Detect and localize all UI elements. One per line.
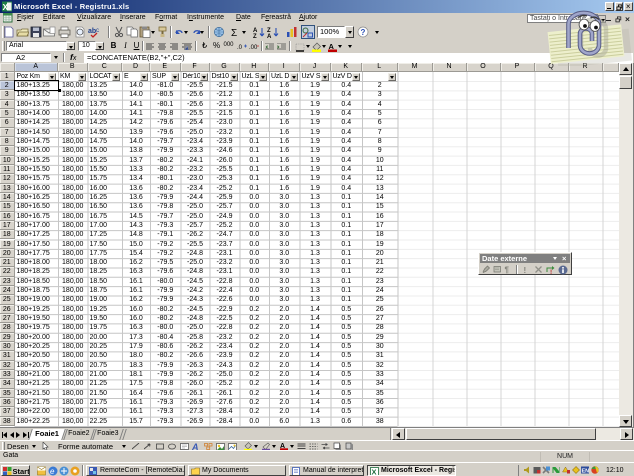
svg-text:c: c <box>96 28 99 34</box>
svg-text:A: A <box>267 34 272 38</box>
svg-text:EN: EN <box>582 469 590 475</box>
svg-text:!: ! <box>524 266 527 274</box>
svg-text:!: ! <box>550 269 552 275</box>
svg-text:ab: ab <box>88 28 96 35</box>
svg-text:.00: .00 <box>249 45 258 51</box>
svg-text:e: e <box>50 467 55 476</box>
svg-text:?: ? <box>361 28 366 37</box>
svg-text:¶: ¶ <box>505 266 510 275</box>
svg-text:X: X <box>3 2 9 12</box>
svg-text:Σ: Σ <box>231 28 237 38</box>
svg-text:X: X <box>372 467 377 476</box>
svg-text:Z: Z <box>253 34 257 38</box>
svg-text:.0: .0 <box>237 45 243 51</box>
